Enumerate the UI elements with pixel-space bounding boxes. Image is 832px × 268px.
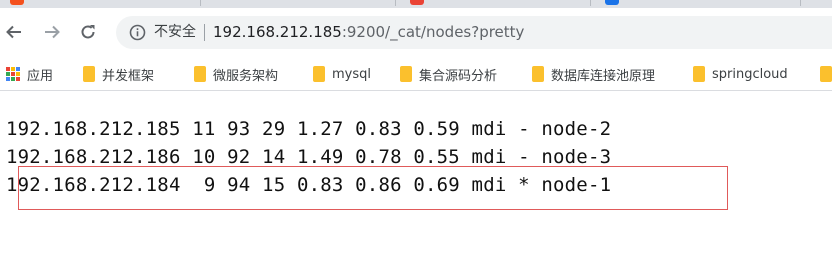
tab-divider	[590, 0, 591, 6]
node-row: 192.168.212.185 11 93 29 1.27 0.83 0.59 …	[6, 118, 612, 140]
forward-arrow-icon	[45, 25, 60, 39]
apps-grid-icon	[6, 67, 20, 81]
bookmark-label: 微服务架构	[213, 68, 279, 84]
address-bar[interactable]: 不安全 192.168.212.185:9200/_cat/nodes?pret…	[116, 16, 832, 49]
bookmark-folder[interactable]: 集合源码分析	[400, 65, 498, 84]
bookmark-folder[interactable]: 并发框架	[83, 65, 155, 84]
highlight-box	[18, 166, 728, 210]
bookmark-label: mysql	[332, 66, 371, 82]
bookmark-folder-overflow[interactable]	[820, 65, 832, 83]
back-button[interactable]	[3, 21, 25, 43]
tab-favicon[interactable]	[10, 0, 24, 5]
bookmark-label: 数据库连接池原理	[551, 68, 656, 84]
reload-icon	[81, 25, 95, 39]
bookmark-label: 并发框架	[102, 68, 155, 84]
bookmark-folder[interactable]: springcloud	[693, 65, 788, 83]
url-text[interactable]: 192.168.212.185:9200/_cat/nodes?pretty	[213, 23, 524, 41]
info-icon[interactable]	[129, 24, 146, 41]
url-host: 192.168.212.185	[213, 23, 342, 41]
tab-strip	[0, 0, 832, 8]
bookmark-label: 应用	[27, 68, 54, 84]
browser-toolbar: 不安全 192.168.212.185:9200/_cat/nodes?pret…	[0, 8, 832, 56]
bookmark-label: springcloud	[712, 66, 788, 82]
bookmarks-bar: 应用 并发框架 微服务架构 mysql 集合源码分析 数据库连接池原理 spri…	[0, 56, 832, 91]
security-status-label[interactable]: 不安全	[154, 23, 196, 41]
tab-divider	[395, 0, 396, 6]
tab-divider	[200, 0, 201, 6]
bookmark-folder[interactable]: 数据库连接池原理	[532, 65, 656, 84]
folder-icon	[194, 66, 206, 82]
folder-icon	[313, 66, 325, 82]
divider	[204, 24, 205, 41]
bookmark-label: 集合源码分析	[419, 68, 498, 84]
folder-icon	[400, 66, 412, 82]
folder-icon	[693, 66, 705, 82]
tab-divider	[800, 0, 801, 6]
tab-favicon[interactable]	[605, 0, 619, 5]
folder-icon	[83, 66, 95, 82]
url-path: :9200/_cat/nodes?pretty	[341, 23, 525, 41]
bookmark-folder[interactable]: 微服务架构	[194, 65, 279, 84]
forward-button[interactable]	[41, 21, 63, 43]
back-arrow-icon	[6, 25, 21, 39]
bookmark-folder[interactable]: mysql	[313, 65, 371, 83]
tab-favicon[interactable]	[410, 0, 424, 5]
folder-icon	[820, 66, 832, 82]
folder-icon	[532, 66, 544, 82]
bookmark-apps[interactable]: 应用	[6, 65, 54, 84]
reload-button[interactable]	[77, 21, 99, 43]
